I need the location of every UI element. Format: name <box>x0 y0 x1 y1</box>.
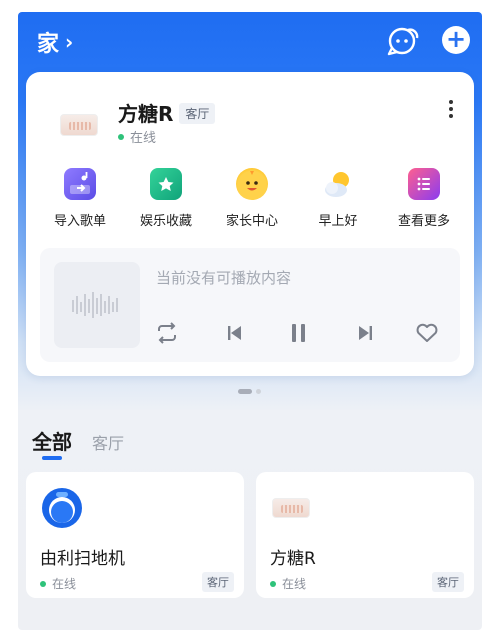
robot-vacuum-icon <box>40 486 84 530</box>
more-apps-icon <box>408 168 440 200</box>
device-tile-status-text: 在线 <box>282 577 307 591</box>
favorite-heart-icon[interactable] <box>414 322 440 344</box>
shortcut-good-morning[interactable]: 早上好 <box>296 168 380 229</box>
room-tag: 客厅 <box>432 572 464 592</box>
sound-wave-icon <box>72 292 118 318</box>
player-empty-message: 当前没有可播放内容 <box>156 269 292 287</box>
device-tile-status: 在线 <box>270 575 306 592</box>
shortcut-label: 家长中心 <box>225 214 278 229</box>
top-bar: 家 › + <box>18 12 482 70</box>
app-screen: 家 › + 方糖R 客厅 在线 导入歌单 娱乐收藏 家长中心 早上好 查看更多 … <box>18 12 482 630</box>
online-dot <box>40 580 46 587</box>
shortcut-parent-center[interactable]: 家长中心 <box>210 168 294 229</box>
device-tile-status-text: 在线 <box>52 577 77 591</box>
room-tag: 客厅 <box>202 572 234 592</box>
device-tile-name: 方糖R <box>270 549 316 569</box>
page-dot <box>256 389 261 394</box>
import-playlist-icon <box>64 168 96 200</box>
shortcut-label: 早上好 <box>318 214 358 229</box>
page-indicator <box>238 389 264 395</box>
active-tab-indicator <box>42 456 62 460</box>
next-track-icon[interactable] <box>352 322 378 344</box>
device-status-text: 在线 <box>130 131 157 146</box>
previous-track-icon[interactable] <box>222 322 248 344</box>
chevron-right-icon: › <box>65 30 74 54</box>
shortcut-row: 导入歌单 娱乐收藏 家长中心 早上好 查看更多 <box>26 168 474 238</box>
device-tile-name: 由利扫地机 <box>40 549 125 569</box>
shortcut-label: 导入歌单 <box>53 214 106 229</box>
shortcut-label: 娱乐收藏 <box>139 214 192 229</box>
more-options-icon[interactable] <box>448 100 454 122</box>
device-tile-vacuum[interactable]: 由利扫地机 在线 客厅 <box>26 472 244 598</box>
add-icon[interactable]: + <box>442 26 470 54</box>
tab-all[interactable]: 全部 <box>32 426 72 455</box>
tab-living-room[interactable]: 客厅 <box>92 430 124 454</box>
speaker-icon <box>272 498 310 518</box>
album-cover-placeholder <box>54 262 140 348</box>
online-dot <box>118 133 124 140</box>
shortcut-import-playlist[interactable]: 导入歌单 <box>38 168 122 229</box>
device-status: 在线 <box>118 127 156 146</box>
device-tile-status: 在线 <box>40 575 76 592</box>
home-label: 家 <box>37 32 60 57</box>
favorites-folder-icon <box>150 168 182 200</box>
shortcut-label: 查看更多 <box>397 214 450 229</box>
room-tag: 客厅 <box>179 103 216 124</box>
repeat-icon[interactable] <box>154 322 180 344</box>
device-title[interactable]: 方糖R 客厅 <box>118 98 216 127</box>
shortcut-more[interactable]: 查看更多 <box>382 168 466 229</box>
parent-center-icon <box>236 168 268 200</box>
device-card: 方糖R 客厅 在线 导入歌单 娱乐收藏 家长中心 早上好 查看更多 当前没有可播… <box>26 72 474 376</box>
chat-icon[interactable] <box>386 24 420 58</box>
device-tile-speaker[interactable]: 方糖R 在线 客厅 <box>256 472 474 598</box>
online-dot <box>270 580 276 587</box>
page-dot-active <box>238 389 252 394</box>
pause-icon[interactable] <box>286 322 312 344</box>
good-morning-icon <box>322 168 354 200</box>
device-name: 方糖R <box>118 102 174 126</box>
music-player: 当前没有可播放内容 <box>40 248 460 362</box>
shortcut-favorites[interactable]: 娱乐收藏 <box>124 168 208 229</box>
home-switcher[interactable]: 家 › <box>37 26 73 58</box>
speaker-icon <box>60 114 98 136</box>
